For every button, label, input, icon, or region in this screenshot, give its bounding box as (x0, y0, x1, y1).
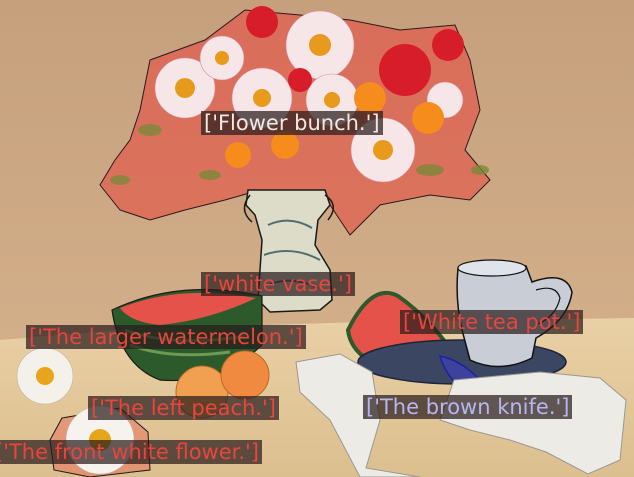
label-white-vase: ['white vase.'] (201, 272, 355, 296)
left-white-flower (16, 347, 74, 405)
annotated-photo: ['Flower bunch.'] ['white vase.'] ['The … (0, 0, 634, 477)
label-larger-watermelon: ['The larger watermelon.'] (26, 325, 306, 349)
label-brown-knife: ['The brown knife.'] (363, 395, 573, 419)
label-flower-bunch: ['Flower bunch.'] (201, 111, 383, 135)
label-white-tea-pot: ['White tea pot.'] (400, 310, 584, 334)
label-front-white-flower: ['The front white flower.'] (0, 440, 262, 464)
label-left-peach: ['The left peach.'] (88, 396, 280, 420)
